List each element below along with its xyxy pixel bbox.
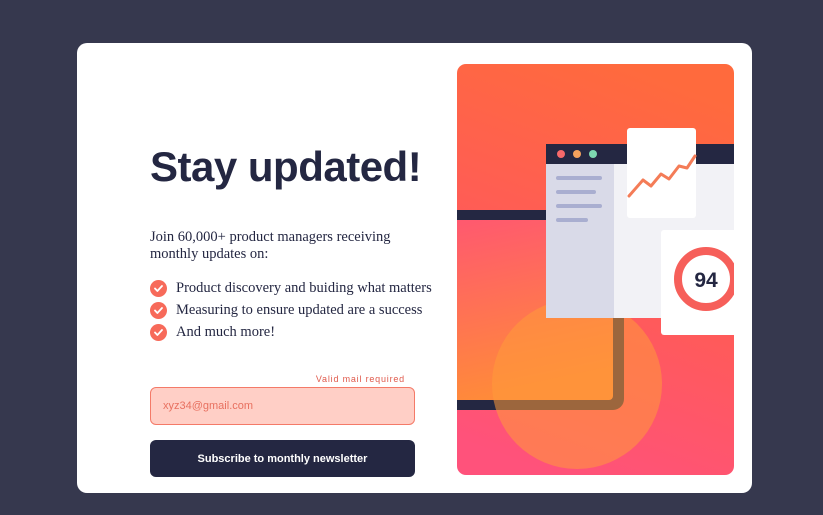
check-icon xyxy=(150,323,167,341)
feature-list: Product discovery and buiding what matte… xyxy=(150,277,432,343)
score-value: 94 xyxy=(694,269,718,292)
intro-text: Join 60,000+ product managers receiving … xyxy=(150,229,391,262)
feature-text: Product discovery and buiding what matte… xyxy=(176,279,432,296)
email-error-message: Valid mail required xyxy=(315,374,405,384)
subscribe-button[interactable]: Subscribe to monthly newsletter xyxy=(150,440,415,477)
list-item: And much more! xyxy=(150,321,432,343)
page-title: Stay updated! xyxy=(150,143,422,190)
email-field[interactable] xyxy=(150,387,415,425)
check-icon xyxy=(150,301,167,319)
feature-text: Measuring to ensure updated are a succes… xyxy=(176,301,423,318)
signup-card: Stay updated! Join 60,000+ product manag… xyxy=(77,43,752,493)
window-dots-icon xyxy=(557,150,597,158)
list-item: Product discovery and buiding what matte… xyxy=(150,277,432,299)
check-icon xyxy=(150,279,167,297)
feature-text: And much more! xyxy=(176,323,276,340)
list-item: Measuring to ensure updated are a succes… xyxy=(150,299,432,321)
hero-illustration: 94 xyxy=(457,64,734,475)
